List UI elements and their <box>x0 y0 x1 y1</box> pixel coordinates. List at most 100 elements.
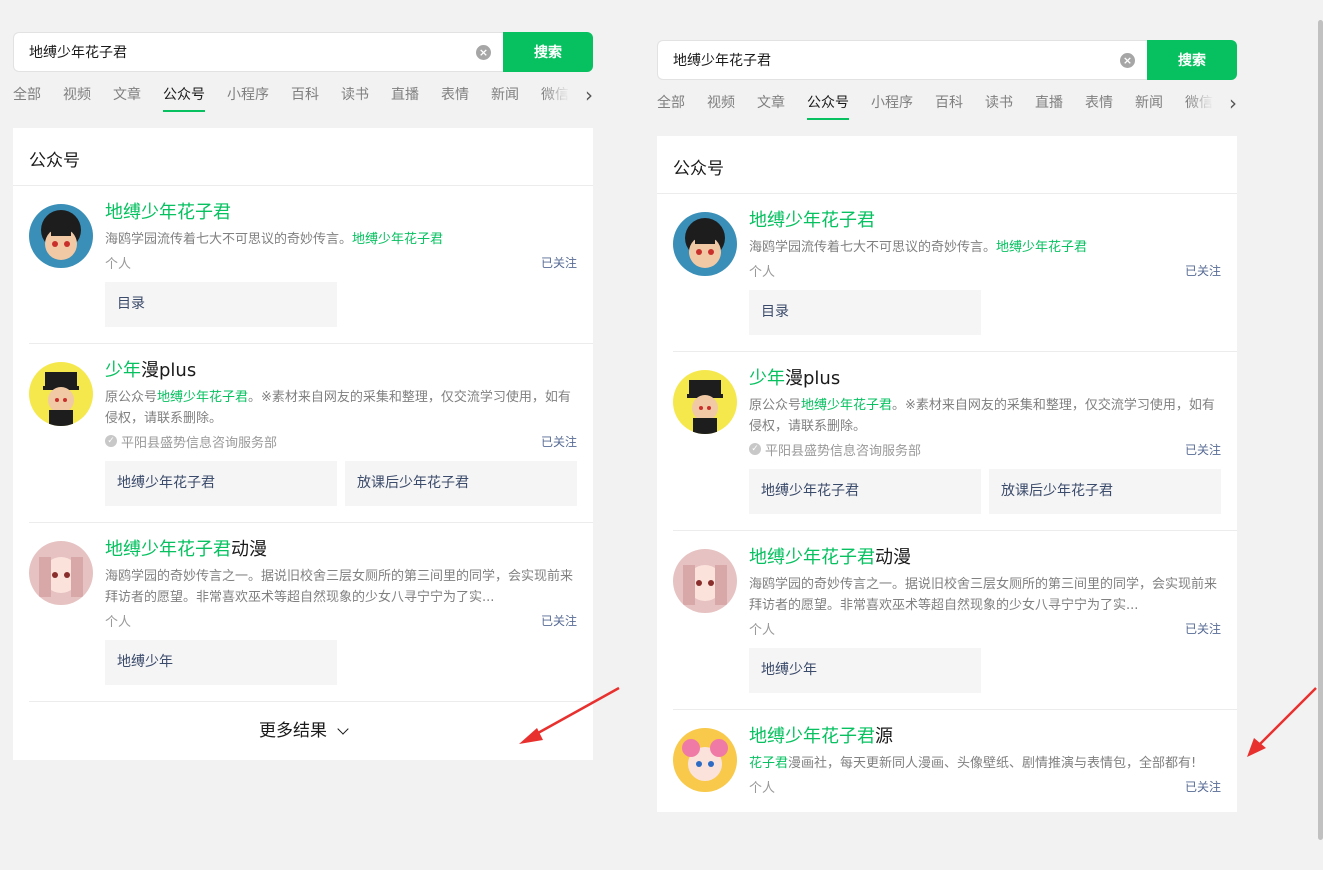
section-title: 公众号 <box>657 136 1237 194</box>
account-item[interactable]: 地缚少年花子君 海鸥学园流传着七大不可思议的奇妙传言。地缚少年花子君 个人 已关注… <box>673 194 1237 352</box>
account-info: 地缚少年花子君动漫 海鸥学园的奇妙传言之一。据说旧校舍三层女厕所的第三间里的同学… <box>105 539 577 685</box>
clear-icon[interactable]: × <box>1120 52 1135 68</box>
verified-icon: ✓ <box>105 435 117 447</box>
avatar[interactable] <box>673 212 737 276</box>
account-name[interactable]: 地缚少年花子君动漫 <box>749 547 1221 569</box>
account-link[interactable]: 地缚少年 <box>749 648 981 693</box>
account-links: 目录 <box>105 282 577 327</box>
results-card: 公众号 地缚少年花子君 海鸥学园流传着七大不可思议的奇妙传言。地缚少年花子君 个… <box>657 136 1237 812</box>
account-link[interactable]: 地缚少年 <box>105 640 337 685</box>
more-results-button[interactable]: 更多结果 <box>13 702 593 760</box>
tab-baike[interactable]: 百科 <box>291 86 319 112</box>
clear-icon[interactable]: × <box>476 44 491 60</box>
account-item[interactable]: 少年漫plus 原公众号地缚少年花子君。※素材来自网友的采集和整理，仅交流学习使… <box>29 344 593 523</box>
tab-news[interactable]: 新闻 <box>491 86 519 112</box>
tab-bar: 全部 视频 文章 公众号 小程序 百科 读书 直播 表情 新闻 微信 › <box>657 94 1237 134</box>
account-item[interactable]: 地缚少年花子君动漫 海鸥学园的奇妙传言之一。据说旧校舍三层女厕所的第三间里的同学… <box>673 531 1237 710</box>
account-item[interactable]: 地缚少年花子君 海鸥学园流传着七大不可思议的奇妙传言。地缚少年花子君 个人 已关注… <box>29 186 593 344</box>
search-bar: 地缚少年花子君 × 搜索 <box>13 32 593 72</box>
account-item[interactable]: 地缚少年花子君源 花子君漫画社，每天更新同人漫画、头像壁纸、剧情推演与表情包，全… <box>673 710 1237 812</box>
account-info: 少年漫plus 原公众号地缚少年花子君。※素材来自网友的采集和整理，仅交流学习使… <box>749 368 1221 514</box>
account-link[interactable]: 地缚少年花子君 <box>105 461 337 506</box>
account-item[interactable]: 少年漫plus 原公众号地缚少年花子君。※素材来自网友的采集和整理，仅交流学习使… <box>673 352 1237 531</box>
tab-all[interactable]: 全部 <box>657 94 685 120</box>
tab-live[interactable]: 直播 <box>1035 94 1063 120</box>
search-query: 地缚少年花子君 <box>673 53 771 69</box>
avatar[interactable] <box>29 204 93 268</box>
account-links: 地缚少年花子君 放课后少年花子君 <box>105 461 577 506</box>
account-links: 地缚少年花子君 放课后少年花子君 <box>749 469 1221 514</box>
account-link[interactable]: 放课后少年花子君 <box>345 461 577 506</box>
section-title: 公众号 <box>13 128 593 186</box>
chevron-right-icon[interactable]: › <box>585 86 593 106</box>
account-link[interactable]: 目录 <box>749 290 981 335</box>
follow-status[interactable]: 已关注 <box>1185 262 1221 279</box>
tab-reading[interactable]: 读书 <box>341 86 369 112</box>
tab-miniprogram[interactable]: 小程序 <box>227 86 269 112</box>
search-button[interactable]: 搜索 <box>1147 40 1237 80</box>
search-bar: 地缚少年花子君 × 搜索 <box>657 40 1237 80</box>
account-meta: ✓ 平阳县盛势信息咨询服务部 已关注 <box>105 431 577 451</box>
avatar[interactable] <box>673 728 737 792</box>
tab-video[interactable]: 视频 <box>707 94 735 120</box>
search-query: 地缚少年花子君 <box>29 45 127 61</box>
account-link[interactable]: 地缚少年花子君 <box>749 469 981 514</box>
follow-status[interactable]: 已关注 <box>1185 441 1221 458</box>
account-name[interactable]: 地缚少年花子君源 <box>749 726 1221 748</box>
account-name[interactable]: 地缚少年花子君 <box>105 202 577 224</box>
follow-status[interactable]: 已关注 <box>1185 778 1221 795</box>
account-meta: 个人 已关注 <box>749 620 1221 638</box>
tab-official-account[interactable]: 公众号 <box>807 94 849 120</box>
tab-reading[interactable]: 读书 <box>985 94 1013 120</box>
account-info: 少年漫plus 原公众号地缚少年花子君。※素材来自网友的采集和整理，仅交流学习使… <box>105 360 577 506</box>
account-name[interactable]: 少年漫plus <box>749 368 1221 390</box>
account-name[interactable]: 地缚少年花子君 <box>749 210 1221 232</box>
chevron-right-icon[interactable]: › <box>1229 94 1237 114</box>
tab-video[interactable]: 视频 <box>63 86 91 112</box>
search-button[interactable]: 搜索 <box>503 32 593 72</box>
account-desc: 海鸥学园流传着七大不可思议的奇妙传言。地缚少年花子君 <box>749 240 1088 255</box>
tab-live[interactable]: 直播 <box>391 86 419 112</box>
account-meta: 个人 已关注 <box>105 254 577 272</box>
avatar[interactable] <box>29 362 93 426</box>
account-desc: 海鸥学园的奇妙传言之一。据说旧校舍三层女厕所的第三间里的同学，会实现前来拜访者的… <box>105 569 574 605</box>
account-links: 地缚少年 <box>749 648 1221 693</box>
tab-baike[interactable]: 百科 <box>935 94 963 120</box>
follow-status[interactable]: 已关注 <box>541 612 577 629</box>
account-desc: 花子君漫画社，每天更新同人漫画、头像壁纸、剧情推演与表情包，全部都有! <box>749 756 1197 771</box>
left-panel: 地缚少年花子君 × 搜索 全部 视频 文章 公众号 小程序 百科 读书 直播 表… <box>13 32 593 760</box>
account-name[interactable]: 地缚少年花子君动漫 <box>105 539 577 561</box>
follow-status[interactable]: 已关注 <box>1185 620 1221 637</box>
scrollbar[interactable] <box>1318 20 1323 840</box>
search-input[interactable]: 地缚少年花子君 × <box>13 32 503 72</box>
follow-status[interactable]: 已关注 <box>541 254 577 271</box>
avatar[interactable] <box>673 549 737 613</box>
tab-emoji[interactable]: 表情 <box>441 86 469 112</box>
tab-all[interactable]: 全部 <box>13 86 41 112</box>
account-links: 目录 <box>749 290 1221 335</box>
avatar[interactable] <box>673 370 737 434</box>
annotation-arrow <box>1247 687 1317 757</box>
chevron-down-icon <box>337 723 349 735</box>
avatar[interactable] <box>29 541 93 605</box>
account-desc: 原公众号地缚少年花子君。※素材来自网友的采集和整理，仅交流学习使用，如有侵权，请… <box>105 390 571 426</box>
tab-article[interactable]: 文章 <box>113 86 141 112</box>
tab-miniprogram[interactable]: 小程序 <box>871 94 913 120</box>
account-name[interactable]: 少年漫plus <box>105 360 577 382</box>
tab-news[interactable]: 新闻 <box>1135 94 1163 120</box>
results-card: 公众号 地缚少年花子君 海鸥学园流传着七大不可思议的奇妙传言。地缚少年花子君 个… <box>13 128 593 760</box>
account-link[interactable]: 放课后少年花子君 <box>989 469 1221 514</box>
account-desc: 海鸥学园流传着七大不可思议的奇妙传言。地缚少年花子君 <box>105 232 444 247</box>
verified-icon: ✓ <box>749 443 761 455</box>
tab-emoji[interactable]: 表情 <box>1085 94 1113 120</box>
tab-article[interactable]: 文章 <box>757 94 785 120</box>
account-info: 地缚少年花子君 海鸥学园流传着七大不可思议的奇妙传言。地缚少年花子君 个人 已关注… <box>749 210 1221 335</box>
follow-status[interactable]: 已关注 <box>541 433 577 450</box>
tab-official-account[interactable]: 公众号 <box>163 86 205 112</box>
search-input[interactable]: 地缚少年花子君 × <box>657 40 1147 80</box>
account-desc: 海鸥学园的奇妙传言之一。据说旧校舍三层女厕所的第三间里的同学，会实现前来拜访者的… <box>749 577 1218 613</box>
right-panel: 地缚少年花子君 × 搜索 全部 视频 文章 公众号 小程序 百科 读书 直播 表… <box>657 40 1237 812</box>
account-item[interactable]: 地缚少年花子君动漫 海鸥学园的奇妙传言之一。据说旧校舍三层女厕所的第三间里的同学… <box>29 523 593 702</box>
account-link[interactable]: 目录 <box>105 282 337 327</box>
account-meta: ✓ 平阳县盛势信息咨询服务部 已关注 <box>749 439 1221 459</box>
